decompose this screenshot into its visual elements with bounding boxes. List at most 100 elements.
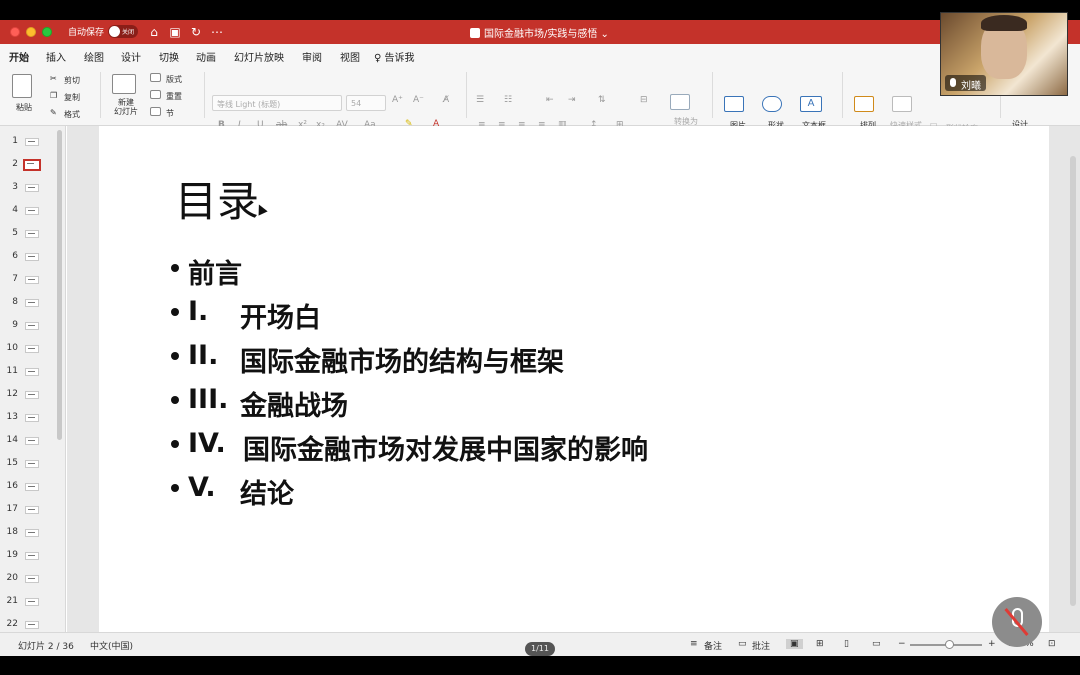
decrease-font-icon[interactable]: A⁻ xyxy=(413,95,424,105)
textbox-icon[interactable]: A xyxy=(800,96,822,112)
smartart-icon[interactable] xyxy=(670,94,690,110)
participant-name: 刘曦 xyxy=(961,81,981,92)
notes-button[interactable]: 备注 xyxy=(704,639,722,652)
new-slide-label[interactable]: 新建 幻灯片 xyxy=(114,98,138,116)
thumbnail-text-line xyxy=(28,187,35,188)
slide-thumbnail[interactable]: 4 xyxy=(0,199,66,222)
layout-icon[interactable] xyxy=(150,73,161,82)
paste-icon[interactable] xyxy=(12,74,32,98)
tab-home[interactable]: 开始 xyxy=(9,49,29,68)
slide-thumbnail[interactable]: 10 xyxy=(0,337,66,360)
language-indicator[interactable]: 中文(中国) xyxy=(90,639,133,652)
slide-thumbnail[interactable]: 13 xyxy=(0,406,66,429)
fit-to-window-icon[interactable]: ⊡ xyxy=(1048,639,1056,649)
slide-sorter-icon[interactable]: ⊞ xyxy=(816,639,824,649)
save-icon[interactable]: ▣ xyxy=(167,24,183,40)
slide-thumbnail[interactable]: 6 xyxy=(0,245,66,268)
slide-title[interactable]: 目录 xyxy=(175,168,259,229)
minimize-window-button[interactable] xyxy=(26,27,36,37)
slideshow-icon[interactable]: ▭ xyxy=(872,639,881,649)
tab-insert[interactable]: 插入 xyxy=(46,49,66,64)
slide-thumbnail[interactable]: 1 xyxy=(0,130,66,153)
reading-view-icon[interactable]: ▯ xyxy=(844,639,849,649)
thumbnail-text-line xyxy=(28,302,35,303)
tab-tell-me[interactable]: ♀ 告诉我 xyxy=(374,49,415,64)
section-label[interactable]: 节 xyxy=(166,108,174,119)
layout-label[interactable]: 版式 xyxy=(166,74,182,85)
bullets-icon[interactable]: ☰ xyxy=(476,95,484,105)
format-painter-label[interactable]: 格式 xyxy=(64,109,80,120)
format-painter-icon[interactable]: ✎ xyxy=(50,108,57,117)
bullet-dot xyxy=(171,440,179,448)
copy-label[interactable]: 复制 xyxy=(64,92,80,103)
slide-thumbnail-preview xyxy=(25,184,39,192)
slide-thumbnail[interactable]: 8 xyxy=(0,291,66,314)
slide-thumbnail[interactable]: 17 xyxy=(0,498,66,521)
divider xyxy=(712,72,713,118)
zoom-slider-knob[interactable] xyxy=(945,640,954,649)
slide-thumbnail[interactable]: 11 xyxy=(0,360,66,383)
zoom-in-icon[interactable]: + xyxy=(988,639,996,649)
text-direction-icon[interactable]: ⇅ xyxy=(598,95,606,105)
align-vertical-icon[interactable]: ⊟ xyxy=(640,95,648,105)
font-size-select[interactable]: 54 xyxy=(346,95,386,111)
thumbnail-text-line xyxy=(27,163,34,164)
notes-icon[interactable]: ≡ xyxy=(690,639,698,649)
tab-animations[interactable]: 动画 xyxy=(196,49,216,64)
slide-thumbnail[interactable]: 3 xyxy=(0,176,66,199)
font-name-select[interactable]: 等线 Light (标题) xyxy=(212,95,342,111)
slide-thumbnail[interactable]: 16 xyxy=(0,475,66,498)
slide-thumbnail-number: 11 xyxy=(6,366,18,376)
autosave-toggle[interactable]: 关闭 xyxy=(108,25,138,38)
slide-thumbnail[interactable]: 9 xyxy=(0,314,66,337)
slide-thumbnail[interactable]: 5 xyxy=(0,222,66,245)
reset-icon[interactable] xyxy=(150,90,161,99)
tab-slideshow[interactable]: 幻灯片放映 xyxy=(234,49,284,64)
comments-button[interactable]: 批注 xyxy=(752,639,770,652)
normal-view-icon[interactable]: ▣ xyxy=(786,639,803,649)
zoom-window-button[interactable] xyxy=(42,27,52,37)
slide-thumbnail[interactable]: 2 xyxy=(0,153,66,176)
arrange-icon[interactable] xyxy=(854,96,874,112)
home-icon[interactable]: ⌂ xyxy=(146,24,162,40)
tab-view[interactable]: 视图 xyxy=(340,49,360,64)
comments-icon[interactable]: ▭ xyxy=(738,639,747,649)
decrease-indent-icon[interactable]: ⇤ xyxy=(546,95,554,105)
cut-label[interactable]: 剪切 xyxy=(64,75,80,86)
editor-scrollbar[interactable] xyxy=(1070,156,1076,606)
more-icon[interactable]: ⋯ xyxy=(209,24,225,40)
increase-font-icon[interactable]: A⁺ xyxy=(392,95,403,105)
slide-thumbnail[interactable]: 14 xyxy=(0,429,66,452)
quick-styles-icon[interactable] xyxy=(892,96,912,112)
picture-icon[interactable] xyxy=(724,96,744,112)
slide-thumbnail[interactable]: 19 xyxy=(0,544,66,567)
new-slide-icon[interactable] xyxy=(112,74,136,94)
slide-thumbnail[interactable]: 15 xyxy=(0,452,66,475)
slide-thumbnail[interactable]: 12 xyxy=(0,383,66,406)
slide-thumbnail[interactable]: 20 xyxy=(0,567,66,590)
bullet-dot xyxy=(171,352,179,360)
slide-thumbnail[interactable]: 18 xyxy=(0,521,66,544)
tab-review[interactable]: 审阅 xyxy=(302,49,322,64)
slide-thumbnail[interactable]: 7 xyxy=(0,268,66,291)
cut-icon[interactable]: ✂ xyxy=(50,74,57,83)
redo-icon[interactable]: ↻ xyxy=(188,24,204,40)
mute-microphone-button[interactable] xyxy=(992,597,1042,647)
tab-draw[interactable]: 绘图 xyxy=(84,49,104,64)
copy-icon[interactable]: ❐ xyxy=(50,91,57,100)
numbering-icon[interactable]: ☷ xyxy=(504,95,512,105)
section-icon[interactable] xyxy=(150,107,161,116)
current-slide[interactable]: 目录 前言 I. 开场白 II. 国际金融市场的结构与框架 III. 金融战场 IV. 国际金融… xyxy=(99,126,1049,632)
bullet-number: I. xyxy=(188,296,209,327)
zoom-out-icon[interactable]: − xyxy=(898,639,906,649)
shapes-icon[interactable] xyxy=(762,96,782,112)
tab-design[interactable]: 设计 xyxy=(121,49,141,64)
close-window-button[interactable] xyxy=(10,27,20,37)
tab-transitions[interactable]: 切换 xyxy=(159,49,179,64)
increase-indent-icon[interactable]: ⇥ xyxy=(568,95,576,105)
slide-thumbnail[interactable]: 21 xyxy=(0,590,66,613)
clear-format-icon[interactable]: A̸ xyxy=(443,95,449,105)
participant-video[interactable]: 刘曦 xyxy=(940,12,1068,96)
slide-thumbnail-preview xyxy=(25,138,39,146)
reset-label[interactable]: 重置 xyxy=(166,91,182,102)
